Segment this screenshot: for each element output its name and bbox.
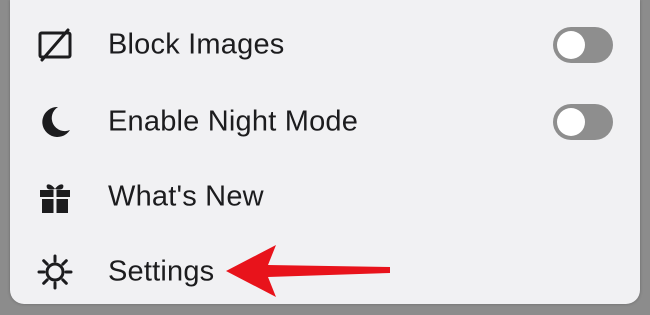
menu-item-label: Block Images [108, 28, 285, 61]
moon-icon [42, 106, 70, 137]
night-mode-toggle[interactable] [553, 104, 613, 140]
menu-item-whats-new[interactable]: What's New [10, 160, 640, 234]
menu-item-label: What's New [108, 180, 264, 213]
toggle-knob [557, 31, 585, 59]
gift-icon [40, 184, 70, 213]
block-images-toggle[interactable] [553, 27, 613, 63]
block-images-icon [38, 28, 72, 62]
menu-item-label: Settings [108, 255, 215, 288]
gear-icon [37, 254, 73, 290]
menu-item-label: Enable Night Mode [108, 105, 359, 138]
red-arrow-icon [226, 245, 390, 297]
menu-item-night-mode[interactable]: Enable Night Mode [10, 85, 640, 159]
backdrop: Block Images Enable Night Mode What's Ne… [0, 0, 650, 315]
menu-item-block-images[interactable]: Block Images [10, 8, 640, 82]
toggle-knob [557, 108, 585, 136]
